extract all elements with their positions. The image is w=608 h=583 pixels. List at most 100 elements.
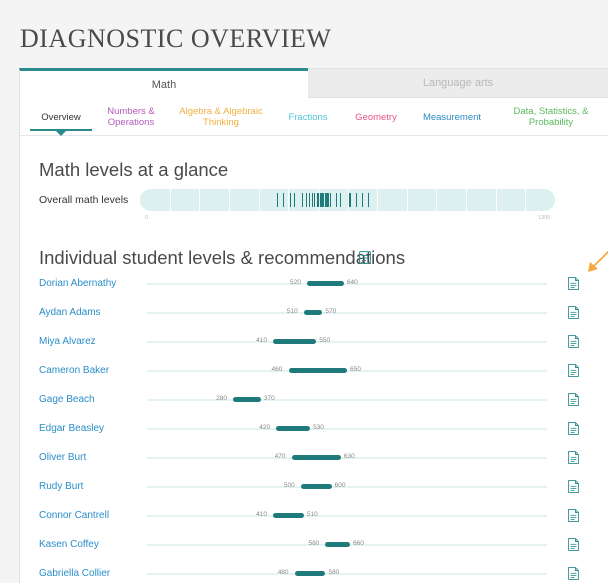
recommendation-report-icon[interactable] xyxy=(568,451,579,464)
student-name-link[interactable]: Edgar Beasley xyxy=(39,423,104,434)
level-range-bar xyxy=(303,310,323,315)
recommendation-report-icon[interactable] xyxy=(568,538,579,551)
level-track xyxy=(147,370,547,372)
student-level-tick xyxy=(355,193,357,207)
student-name-link[interactable]: Gabriella Collier xyxy=(39,568,110,579)
level-high-label: 640 xyxy=(346,279,358,286)
levels-grid-line xyxy=(169,189,171,211)
level-low-label: 510 xyxy=(286,308,298,315)
level-low-label: 580 xyxy=(308,540,320,547)
student-level-tick xyxy=(313,193,316,207)
level-low-label: 460 xyxy=(271,366,283,373)
level-high-label: 580 xyxy=(328,569,340,576)
levels-grid-line xyxy=(258,189,260,211)
tab-fractions[interactable]: Fractions xyxy=(276,104,340,130)
student-row: Rudy Burt 500 600 xyxy=(20,477,608,497)
student-name-link[interactable]: Gage Beach xyxy=(39,394,95,405)
recommendation-report-icon[interactable] xyxy=(568,335,579,348)
recommendation-report-icon[interactable] xyxy=(568,364,579,377)
levels-grid-line xyxy=(406,189,408,211)
student-row: Edgar Beasley 420 530 xyxy=(20,419,608,439)
student-level-tick xyxy=(283,193,285,207)
recommendation-report-icon[interactable] xyxy=(568,509,579,522)
axis-min-label: 0 xyxy=(145,215,149,221)
strand-tabs: Overview Numbers & Operations Algebra & … xyxy=(20,98,608,136)
recommendation-report-icon[interactable] xyxy=(568,480,579,493)
tab-geometry[interactable]: Geometry xyxy=(344,104,408,130)
page-title: DIAGNOSTIC OVERVIEW xyxy=(20,24,332,53)
level-low-label: 280 xyxy=(216,395,227,402)
tab-measurement[interactable]: Measurement xyxy=(412,104,492,130)
student-name-link[interactable]: Dorian Abernathy xyxy=(39,278,116,289)
student-row: Miya Alvarez 410 550 xyxy=(20,332,608,352)
level-low-label: 520 xyxy=(290,279,301,286)
level-track xyxy=(147,312,547,314)
axis-max-label: 1300 xyxy=(538,215,551,221)
recommendation-report-icon[interactable] xyxy=(568,277,579,290)
report-icon[interactable] xyxy=(359,251,371,264)
level-low-label: 470 xyxy=(274,453,286,460)
level-range-bar xyxy=(273,339,317,344)
student-level-tick xyxy=(302,193,304,207)
student-level-tick xyxy=(349,193,351,207)
student-level-tick xyxy=(339,193,341,207)
levels-grid-line xyxy=(525,189,527,211)
student-level-tick xyxy=(308,193,310,207)
student-row: Kasen Coffey 580 660 xyxy=(20,535,608,555)
levels-grid-line xyxy=(377,189,379,211)
overall-levels-label: Overall math levels xyxy=(39,194,129,206)
level-track xyxy=(147,486,547,488)
tab-algebra[interactable]: Algebra & Algebraic Thinking xyxy=(176,104,266,130)
level-high-label: 630 xyxy=(343,453,355,460)
level-track xyxy=(147,428,547,430)
student-row: Cameron Baker 460 650 xyxy=(20,361,608,381)
tab-overview[interactable]: Overview xyxy=(30,104,92,130)
levels-grid-line xyxy=(347,189,349,211)
tab-numbers-operations[interactable]: Numbers & Operations xyxy=(96,104,166,130)
student-row: Dorian Abernathy 520 640 xyxy=(20,274,608,294)
individual-heading: Individual student levels & recommendati… xyxy=(39,247,406,268)
level-low-label: 410 xyxy=(256,511,267,518)
student-level-tick xyxy=(336,193,338,207)
student-name-link[interactable]: Oliver Burt xyxy=(39,452,86,463)
levels-grid-line xyxy=(466,189,468,211)
level-low-label: 420 xyxy=(259,424,271,431)
level-high-label: 530 xyxy=(313,424,324,431)
recommendation-report-icon[interactable] xyxy=(568,567,579,580)
recommendation-report-icon[interactable] xyxy=(568,422,579,435)
level-high-label: 570 xyxy=(325,308,337,315)
level-high-label: 600 xyxy=(334,482,346,489)
level-high-label: 370 xyxy=(263,395,275,402)
recommendation-report-icon[interactable] xyxy=(568,393,579,406)
student-row: Gage Beach 280 370 xyxy=(20,390,608,410)
tab-data-statistics[interactable]: Data, Statistics, & Probability xyxy=(502,104,600,130)
student-name-link[interactable]: Cameron Baker xyxy=(39,365,109,376)
level-range-bar xyxy=(325,542,351,547)
tab-math[interactable]: Math xyxy=(19,68,308,98)
student-level-tick xyxy=(368,193,370,207)
overall-levels-bar xyxy=(140,189,555,211)
student-name-link[interactable]: Rudy Burt xyxy=(39,481,83,492)
level-range-bar xyxy=(291,455,341,460)
levels-grid-line xyxy=(495,189,497,211)
student-name-link[interactable]: Connor Cantrell xyxy=(39,510,109,521)
student-name-link[interactable]: Aydan Adams xyxy=(39,307,101,318)
tab-language-arts[interactable]: Language arts xyxy=(308,68,608,98)
level-high-label: 650 xyxy=(350,366,361,373)
levels-grid-line xyxy=(199,189,201,211)
level-track xyxy=(147,515,547,517)
level-range-bar xyxy=(276,426,311,431)
level-range-bar xyxy=(300,484,332,489)
levels-grid-line xyxy=(436,189,438,211)
student-name-link[interactable]: Miya Alvarez xyxy=(39,336,96,347)
level-high-label: 660 xyxy=(353,540,364,547)
student-name-link[interactable]: Kasen Coffey xyxy=(39,539,99,550)
student-row: Connor Cantrell 410 510 xyxy=(20,506,608,526)
recommendation-report-icon[interactable] xyxy=(568,306,579,319)
active-tab-caret xyxy=(56,131,66,136)
level-track xyxy=(147,341,547,343)
student-level-tick xyxy=(329,193,331,207)
levels-grid-line xyxy=(228,189,230,211)
student-row: Aydan Adams 510 570 xyxy=(20,303,608,323)
level-range-bar xyxy=(288,368,347,373)
